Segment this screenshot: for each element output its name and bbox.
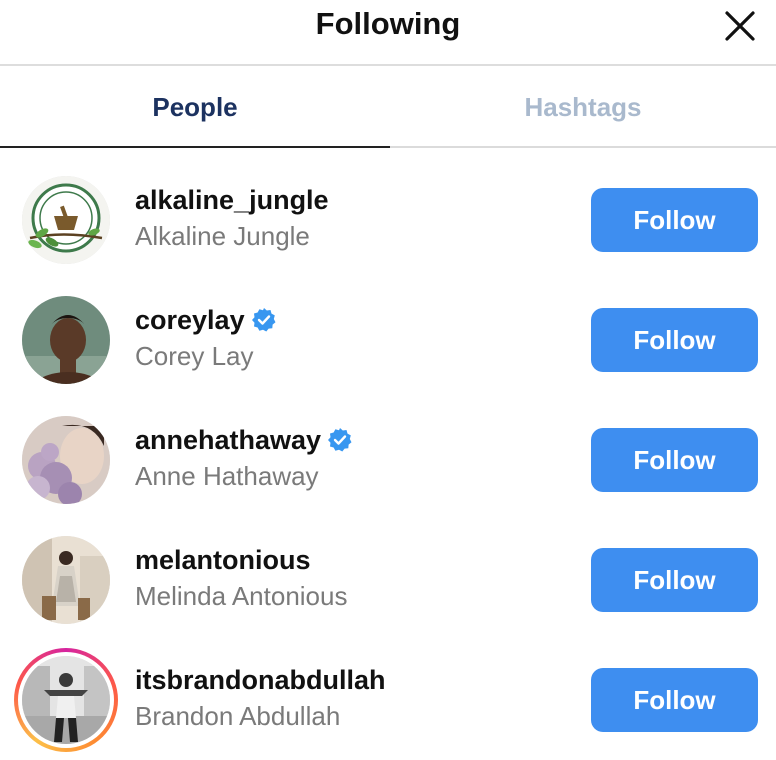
verified-badge-icon [251,308,276,332]
user-names: melantonious Melinda Antonious [135,542,347,614]
username[interactable]: itsbrandonabdullah [135,662,386,698]
user-names: annehathaway Anne Hathaway [135,422,353,494]
username[interactable]: alkaline_jungle [135,182,329,218]
full-name: Anne Hathaway [135,461,319,491]
tab-people[interactable]: People [0,66,390,148]
verified-badge-icon [328,428,352,452]
avatar[interactable] [22,176,110,264]
close-button[interactable] [722,8,758,44]
list-item: melantonious Melinda Antonious Follow [0,520,776,640]
username-text: melantonious [135,545,311,575]
avatar[interactable] [22,536,110,624]
username[interactable]: melantonious [135,542,347,578]
list-item: annehathaway Anne Hathaway Follow [0,400,776,520]
tab-bar: People Hashtags [0,66,776,148]
username[interactable]: coreylay [135,302,277,338]
full-name: Alkaline Jungle [135,221,310,251]
avatar[interactable] [22,296,110,384]
user-names: itsbrandonabdullah Brandon Abdullah [135,662,386,734]
list-item: itsbrandonabdullah Brandon Abdullah Foll… [0,640,776,760]
username-text: itsbrandonabdullah [135,665,386,695]
username-text: annehathaway [135,425,322,455]
follow-button[interactable]: Follow [591,188,758,252]
header-bar: Following [0,0,776,66]
full-name: Corey Lay [135,341,254,371]
full-name: Brandon Abdullah [135,701,341,731]
username[interactable]: annehathaway [135,422,353,458]
user-names: coreylay Corey Lay [135,302,277,374]
follow-button[interactable]: Follow [591,428,758,492]
follow-button[interactable]: Follow [591,668,758,732]
tab-hashtags[interactable]: Hashtags [390,66,776,148]
list-item: coreylay Corey Lay Follow [0,280,776,400]
follow-button[interactable]: Follow [591,308,758,372]
page-title: Following [315,6,461,41]
user-names: alkaline_jungle Alkaline Jungle [135,182,329,254]
close-icon[interactable] [722,8,758,44]
follow-button[interactable]: Follow [591,548,758,612]
avatar[interactable] [22,416,110,504]
avatar[interactable] [22,656,110,744]
full-name: Melinda Antonious [135,581,348,611]
username-text: alkaline_jungle [135,185,329,215]
list-item: alkaline_jungle Alkaline Jungle Follow [0,160,776,280]
username-text: coreylay [135,305,245,335]
